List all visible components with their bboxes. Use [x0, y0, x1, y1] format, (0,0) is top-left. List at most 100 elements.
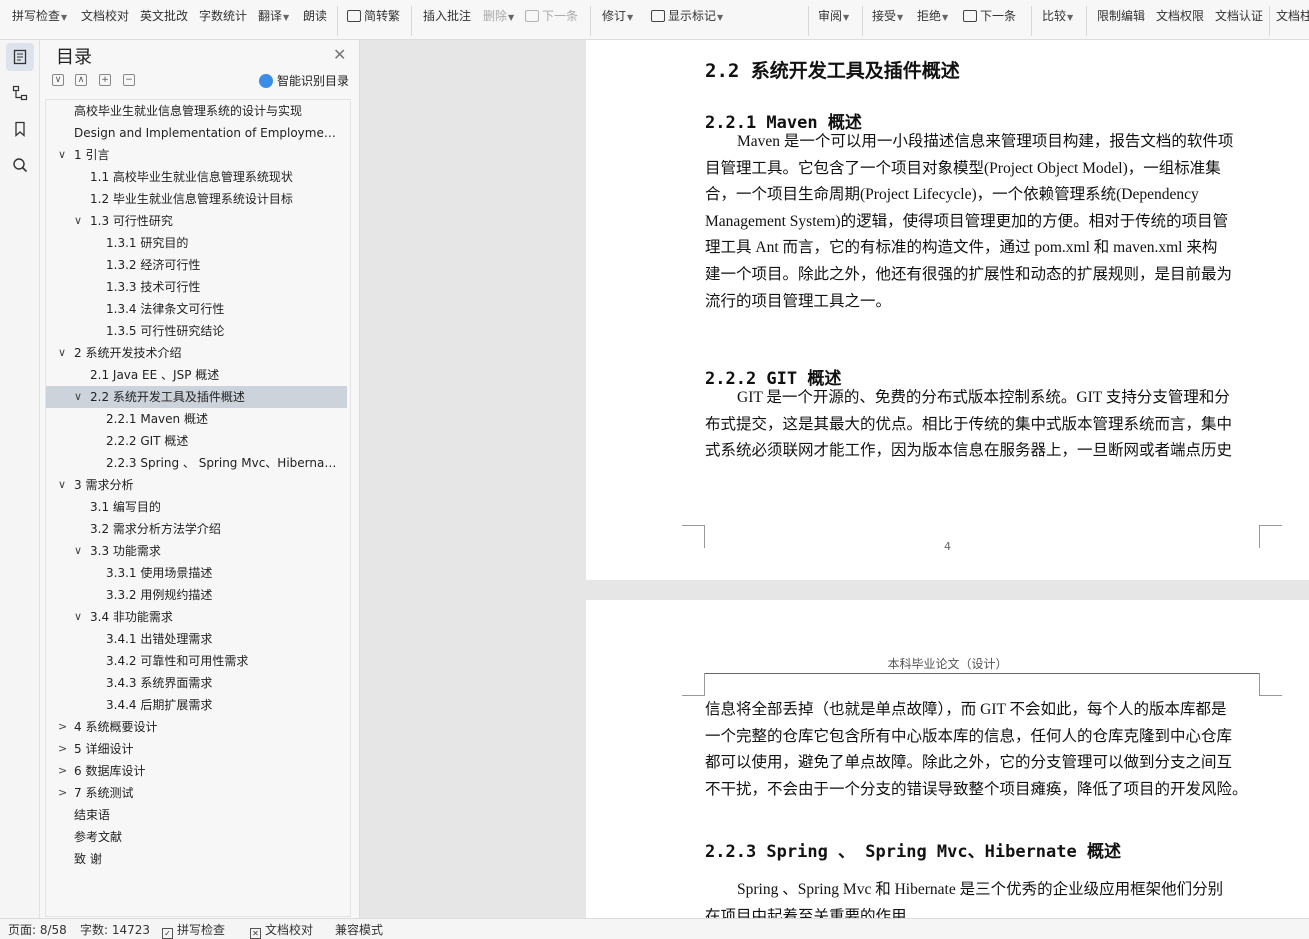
restrict-edit-button[interactable]: 限制编辑 — [1097, 0, 1145, 32]
chevron-right-icon[interactable]: > — [58, 738, 67, 760]
toc-item[interactable]: 2.2.2 GIT 概述 — [46, 430, 347, 452]
toc-item[interactable]: ∨ 1 引言 — [46, 144, 347, 166]
toc-item[interactable]: >7 系统测试 — [46, 782, 347, 804]
toc-item[interactable]: Design and Implementation of Employment … — [46, 122, 347, 144]
page: 2.2 系统开发工具及插件概述 2.2.1 Maven 概述 Maven 是一个… — [586, 40, 1309, 580]
next-comment-button[interactable]: 下一条 — [525, 0, 578, 32]
chevron-down-icon[interactable]: ∨ — [58, 474, 66, 496]
smart-toc-button[interactable]: 智能识别目录 — [259, 72, 349, 89]
toolbar-divider — [808, 6, 809, 36]
chevron-down-icon[interactable]: ∨ — [74, 210, 82, 232]
compare-button[interactable]: 比较▼ — [1042, 0, 1073, 32]
revise-button[interactable]: 修订▼ — [602, 0, 633, 32]
reject-button[interactable]: 拒绝▼ — [917, 0, 948, 32]
status-spell-check[interactable]: ✓ 拼写检查 — [162, 921, 225, 939]
chevron-down-icon[interactable]: ∨ — [58, 342, 66, 364]
remove-heading-icon[interactable]: − — [123, 74, 135, 86]
markup-icon — [651, 10, 665, 22]
compat-mode: 兼容模式 — [335, 923, 384, 937]
add-heading-icon[interactable]: + — [99, 74, 111, 86]
status-doc-proof[interactable]: ✕ 文档校对 — [250, 921, 313, 939]
toc-item[interactable]: ∨ 2.2 系统开发工具及插件概述 — [46, 386, 347, 408]
toc-item-label: 3.3 功能需求 — [90, 544, 161, 558]
toc-item-label: 1.3.1 研究目的 — [106, 236, 189, 250]
toc-item[interactable]: 结束语 — [46, 804, 347, 826]
toc-item[interactable]: 3.2 需求分析方法学介绍 — [46, 518, 347, 540]
chevron-down-icon[interactable]: ∨ — [74, 386, 82, 408]
toolbar-divider — [862, 6, 863, 36]
toc-item[interactable]: >4 系统概要设计 — [46, 716, 347, 738]
toc-item[interactable]: 致 谢 — [46, 848, 347, 870]
toc-item-label: 1.2 毕业生就业信息管理系统设计目标 — [90, 192, 293, 206]
toc-item[interactable]: 3.4.1 出错处理需求 — [46, 628, 347, 650]
toc-item[interactable]: >5 详细设计 — [46, 738, 347, 760]
toc-item[interactable]: 3.3.1 使用场景描述 — [46, 562, 347, 584]
toc-item-label: 6 数据库设计 — [74, 764, 146, 778]
read-aloud-button[interactable]: 朗读 — [303, 0, 327, 32]
toolbar-divider — [1269, 6, 1270, 36]
toc-item-label: Design and Implementation of Employment … — [74, 126, 341, 140]
toc-item-label: 2.2.1 Maven 概述 — [106, 412, 208, 426]
toc-item[interactable]: ∨ 3 需求分析 — [46, 474, 347, 496]
doc-permission-button[interactable]: 文档权限 — [1156, 0, 1204, 32]
status-spell-label: 拼写检查 — [177, 923, 226, 937]
toc-item[interactable]: ∨ 3.4 非功能需求 — [46, 606, 347, 628]
close-icon[interactable]: ✕ — [333, 45, 346, 64]
chevron-right-icon[interactable]: > — [58, 716, 67, 738]
delete-comment-button[interactable]: 删除▼ — [483, 0, 514, 32]
toc-item[interactable]: 1.3.1 研究目的 — [46, 232, 347, 254]
toc-item[interactable]: ∨ 2 系统开发技术介绍 — [46, 342, 347, 364]
structure-rail-button[interactable] — [6, 79, 34, 107]
word-count-button[interactable]: 字数统计 — [199, 0, 247, 32]
review-button[interactable]: 审阅▼ — [818, 0, 849, 32]
toc-item[interactable]: 1.3.4 法律条文可行性 — [46, 298, 347, 320]
chevron-down-icon[interactable]: ∨ — [58, 144, 66, 166]
toc-item[interactable]: 1.2 毕业生就业信息管理系统设计目标 — [46, 188, 347, 210]
toc-item[interactable]: 1.3.3 技术可行性 — [46, 276, 347, 298]
chevron-right-icon[interactable]: > — [58, 760, 67, 782]
collapse-all-icon[interactable]: ∨ — [52, 74, 64, 86]
toc-item[interactable]: 2.1 Java EE 、JSP 概述 — [46, 364, 347, 386]
toc-item[interactable]: 3.4.3 系统界面需求 — [46, 672, 347, 694]
doc-more-button[interactable]: 文档柱 — [1276, 0, 1309, 32]
chevron-down-icon: ▼ — [283, 13, 290, 22]
insert-comment-button[interactable]: 插入批注 — [423, 0, 471, 32]
chevron-down-icon[interactable]: ∨ — [74, 540, 82, 562]
toc-item[interactable]: 3.4.2 可靠性和可用性需求 — [46, 650, 347, 672]
spell-check-button[interactable]: 拼写检查▼ — [12, 0, 67, 32]
english-review-button[interactable]: 英文批改 — [140, 0, 188, 32]
toc-item[interactable]: 参考文献 — [46, 826, 347, 848]
toc-item[interactable]: 1.3.2 经济可行性 — [46, 254, 347, 276]
translate-button[interactable]: 翻译▼ — [258, 0, 289, 32]
bookmark-rail-button[interactable] — [6, 115, 34, 143]
doc-proof-button[interactable]: 文档校对 — [81, 0, 129, 32]
toc-item[interactable]: 3.3.2 用例规约描述 — [46, 584, 347, 606]
toc-item[interactable]: 2.2.3 Spring 、 Spring Mvc、Hibernate 概述 — [46, 452, 347, 474]
toc-item[interactable]: 3.1 编写目的 — [46, 496, 347, 518]
doc-certify-button[interactable]: 文档认证 — [1215, 0, 1263, 32]
toc-item[interactable]: 3.4.4 后期扩展需求 — [46, 694, 347, 716]
toc-item[interactable]: 2.2.1 Maven 概述 — [46, 408, 347, 430]
search-rail-button[interactable] — [6, 151, 34, 179]
toc-item[interactable]: >6 数据库设计 — [46, 760, 347, 782]
expand-up-icon[interactable]: ∧ — [75, 74, 87, 86]
text-line: 信息将全部丢掉（也就是单点故障），而 GIT 不会如此，每个人的版本库都是 — [705, 701, 1227, 718]
chevron-right-icon[interactable]: > — [58, 782, 67, 804]
toc-item-label: 3.4.3 系统界面需求 — [106, 676, 213, 690]
accept-button[interactable]: 接受▼ — [872, 0, 903, 32]
revise-label: 修订 — [602, 9, 627, 23]
toc-rail-button[interactable] — [6, 43, 34, 71]
page-indicator[interactable]: 页面: 8/58 — [8, 921, 67, 938]
show-markup-button[interactable]: 显示标记▼ — [651, 0, 723, 32]
toc-item-label: 3.4 非功能需求 — [90, 610, 173, 624]
simp-trad-button[interactable]: 简转繁 — [347, 0, 400, 32]
chevron-down-icon[interactable]: ∨ — [74, 606, 82, 628]
word-count-indicator[interactable]: 字数: 14723 — [80, 921, 150, 938]
toc-item[interactable]: ∨ 3.3 功能需求 — [46, 540, 347, 562]
toc-item[interactable]: 1.1 高校毕业生就业信息管理系统现状 — [46, 166, 347, 188]
next-change-button[interactable]: 下一条 — [963, 0, 1016, 32]
toc-item-label: 参考文献 — [74, 830, 123, 844]
toc-item[interactable]: 1.3.5 可行性研究结论 — [46, 320, 347, 342]
toc-item[interactable]: 高校毕业生就业信息管理系统的设计与实现 — [46, 100, 347, 122]
toc-item[interactable]: ∨ 1.3 可行性研究 — [46, 210, 347, 232]
